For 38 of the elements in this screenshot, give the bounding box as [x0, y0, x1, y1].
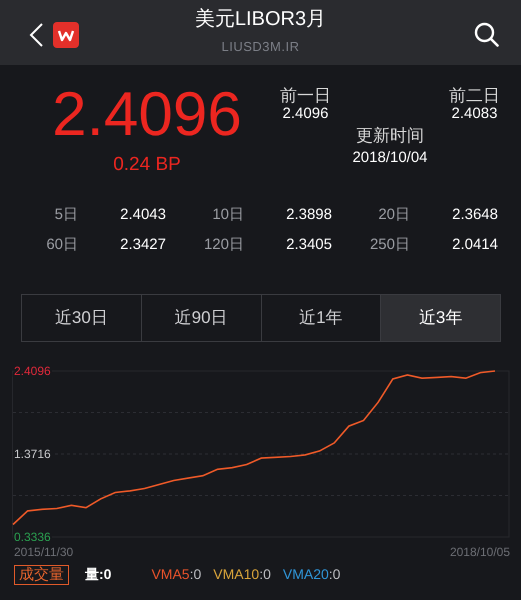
axis-date: 2018/10/05: [450, 544, 510, 561]
average-value: 2.3648: [451, 205, 498, 225]
range-tab[interactable]: 近30日: [22, 295, 141, 341]
average-period: 120日: [202, 235, 244, 255]
rate-change: 0.24 BP: [113, 154, 181, 176]
update-time-label: 更新时间: [356, 126, 424, 145]
average-period: 10日: [211, 205, 244, 225]
indicator-value: VMA5:0: [151, 565, 202, 584]
average-value: 2.0414: [451, 235, 498, 255]
average-period: 20日: [377, 205, 410, 225]
average-period: 5日: [54, 205, 78, 225]
volume-amount: 量:0: [85, 565, 112, 584]
search-icon[interactable]: [474, 22, 499, 47]
axis-label: 0.3336: [14, 530, 51, 541]
update-time-value: 2018/10/04: [352, 149, 428, 166]
back-icon[interactable]: [28, 22, 45, 48]
average-value: 2.3427: [119, 235, 166, 255]
indicator-value: VMA10:0: [213, 565, 271, 584]
two-days-ago-value: 2.4083: [452, 105, 498, 122]
average-value: 2.3898: [285, 205, 332, 225]
axis-label: 2.4096: [14, 364, 51, 378]
average-value: 2.4043: [119, 205, 166, 225]
indicator-value: VMA20:0: [282, 565, 340, 584]
axis-label: 1.3716: [14, 447, 51, 461]
average-value: 2.3405: [285, 235, 332, 255]
range-tab[interactable]: 近90日: [140, 295, 260, 341]
volume-tab[interactable]: 成交量: [14, 564, 69, 584]
previous-day-value: 2.4096: [282, 105, 328, 122]
average-period: 60日: [45, 235, 78, 255]
logo-icon: [53, 22, 79, 48]
average-period: 250日: [368, 235, 410, 255]
two-days-ago-label: 前二日: [449, 86, 500, 105]
axis-date: 2015/11/30: [14, 544, 74, 561]
previous-day-label: 前一日: [280, 86, 331, 105]
range-tab[interactable]: 近3年: [380, 295, 500, 341]
page-title: 美元LIBOR3月: [194, 7, 328, 31]
current-rate: 2.4096: [52, 84, 242, 146]
symbol-code: LIUSD3M.IR: [220, 39, 300, 55]
